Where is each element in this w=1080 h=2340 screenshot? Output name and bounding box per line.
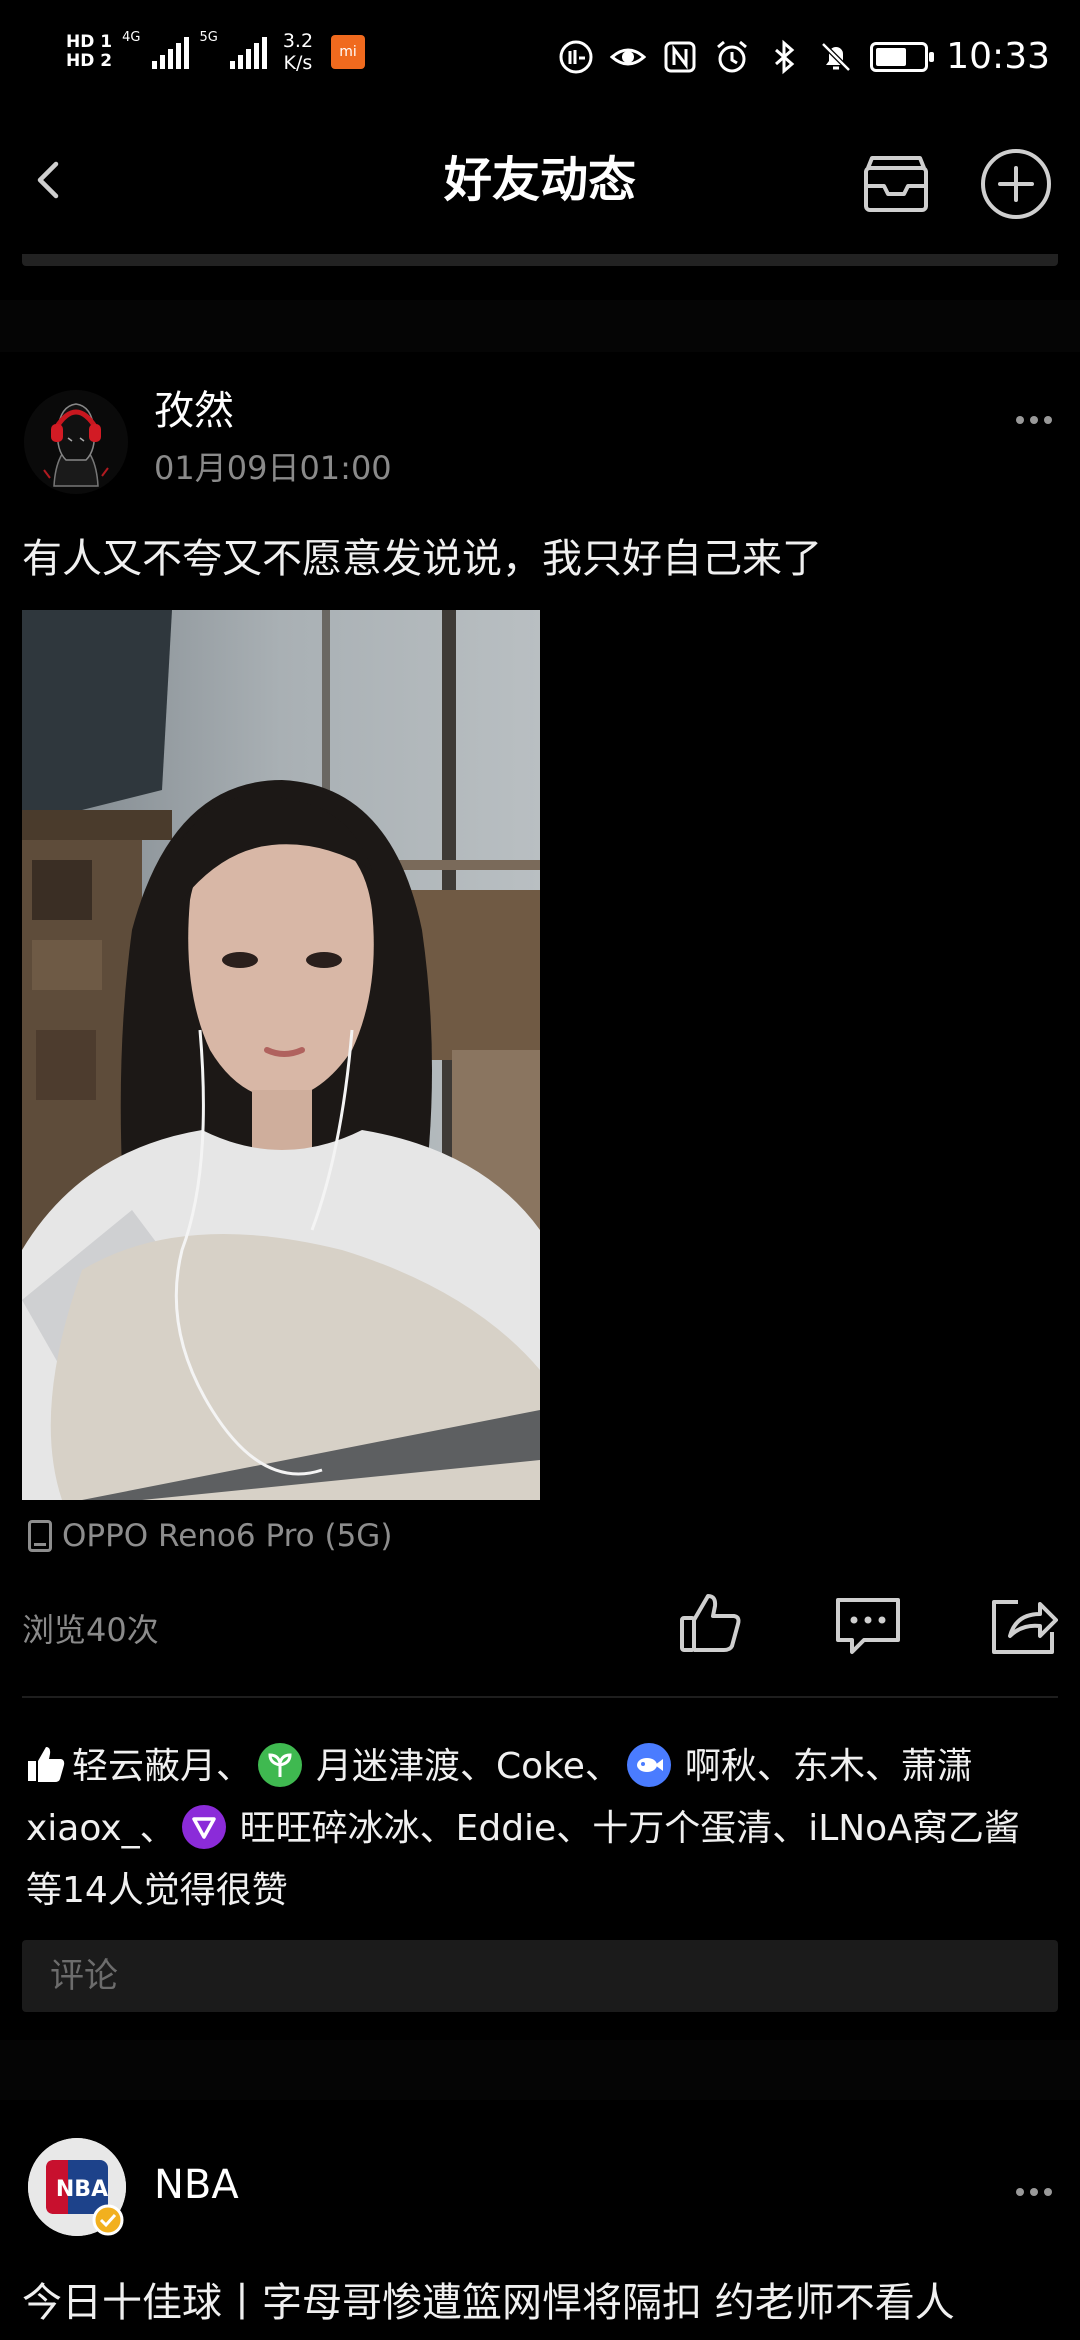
liker-name[interactable]: xiaox_、 [26,1808,176,1849]
eye-icon [610,48,647,65]
more-dot-icon [1044,416,1052,424]
inbox-button[interactable] [858,146,934,222]
avatar-illustration [24,390,128,494]
mi-app-icon: mi [331,35,366,69]
view-count: 浏览40次 [22,1611,159,1649]
nba-more-button[interactable] [1016,2172,1066,2212]
green-leaf-icon [258,1743,303,1787]
likes-summary[interactable]: 等14人觉得很赞 [26,1870,288,1911]
clock: 10:33 [946,36,1050,77]
net-label-4g: 4G [122,30,141,45]
post-timestamp: 01月09日01:00 [154,449,392,487]
comment-bubble-icon [836,1598,900,1654]
selfie-photo [22,610,540,1500]
alarm-icon [717,40,748,72]
signal-4g-icon [152,35,190,69]
bluetooth-icon [775,39,795,74]
nba-username[interactable]: NBA [154,2160,239,2210]
more-dot-icon [1030,416,1038,424]
purple-triangle-icon [181,1805,226,1849]
post-more-button[interactable] [1016,400,1066,440]
more-dot-icon [1030,2188,1038,2196]
thumbs-up-icon [680,1594,741,1652]
status-left: HD 1 HD 2 4G 5G 3.2 K/s mi [66,30,366,74]
share-button[interactable] [990,1594,1058,1656]
nba-avatar[interactable]: NBA [28,2138,126,2236]
comment-button[interactable] [834,1596,902,1656]
more-dot-icon [1044,2188,1052,2196]
status-right: 10:33 [558,36,1050,77]
more-dot-icon [1016,2188,1024,2196]
liker-name[interactable]: 旺旺碎冰冰、Eddie、十万个蛋清、iLNoA窝乙酱 [240,1808,1020,1849]
like-button[interactable] [678,1590,744,1656]
liked-thumb-icon [28,1747,65,1782]
liker-name[interactable]: 轻云蔽月、 [72,1746,252,1787]
nfc-icon [664,41,696,72]
post-username[interactable]: 孜然 [154,386,234,436]
plus-circle-icon [981,149,1051,219]
comment-input-wrapper[interactable] [22,1940,1058,2012]
post-photo[interactable] [22,610,540,1500]
app-header: 好友动态 [0,120,1080,240]
nfc-11-icon [559,40,593,73]
more-dot-icon [1016,416,1024,424]
nba-logo-text: NBA [56,2177,108,2202]
post-text: 有人又不夸又不愿意发说说，我只好自己来了 [22,536,822,582]
status-bar: HD 1 HD 2 4G 5G 3.2 K/s mi 10:33 [0,0,1080,120]
header-divider [22,254,1058,266]
hd-icon: HD 1 HD 2 [66,32,113,71]
user-avatar[interactable] [24,390,128,494]
blue-fish-icon [626,1743,671,1787]
add-post-button[interactable] [978,146,1054,222]
signal-5g-icon [229,35,267,69]
feed-separator [0,2040,1080,2100]
phone-icon [28,1520,52,1552]
comment-input[interactable] [22,1940,1058,2012]
mute-bell-icon [821,41,852,72]
share-icon [992,1600,1058,1654]
liker-name[interactable]: 月迷津渡、Coke、 [316,1746,621,1787]
actions-divider [22,1696,1058,1698]
inbox-icon [864,156,928,212]
battery-icon [870,41,935,72]
liker-name[interactable]: 啊秋、东木、萧潇 [685,1746,973,1787]
feed-separator [0,300,1080,352]
device-tag: OPPO Reno6 Pro (5G) [28,1516,392,1556]
nba-logo-icon: NBA [28,2138,126,2236]
net-label-5g: 5G [199,30,218,45]
network-speed: 3.2 K/s [282,30,314,74]
likes-list: 轻云蔽月、 月迷津渡、Coke、 啊秋、东木、萧潇 xiaox_、 旺旺碎冰冰、Eddi… [26,1736,1056,1922]
device-name: OPPO Reno6 Pro (5G) [62,1518,393,1554]
nba-post-text: 今日十佳球丨字母哥惨遭篮网悍将隔扣 约老师不看人 [22,2280,955,2326]
